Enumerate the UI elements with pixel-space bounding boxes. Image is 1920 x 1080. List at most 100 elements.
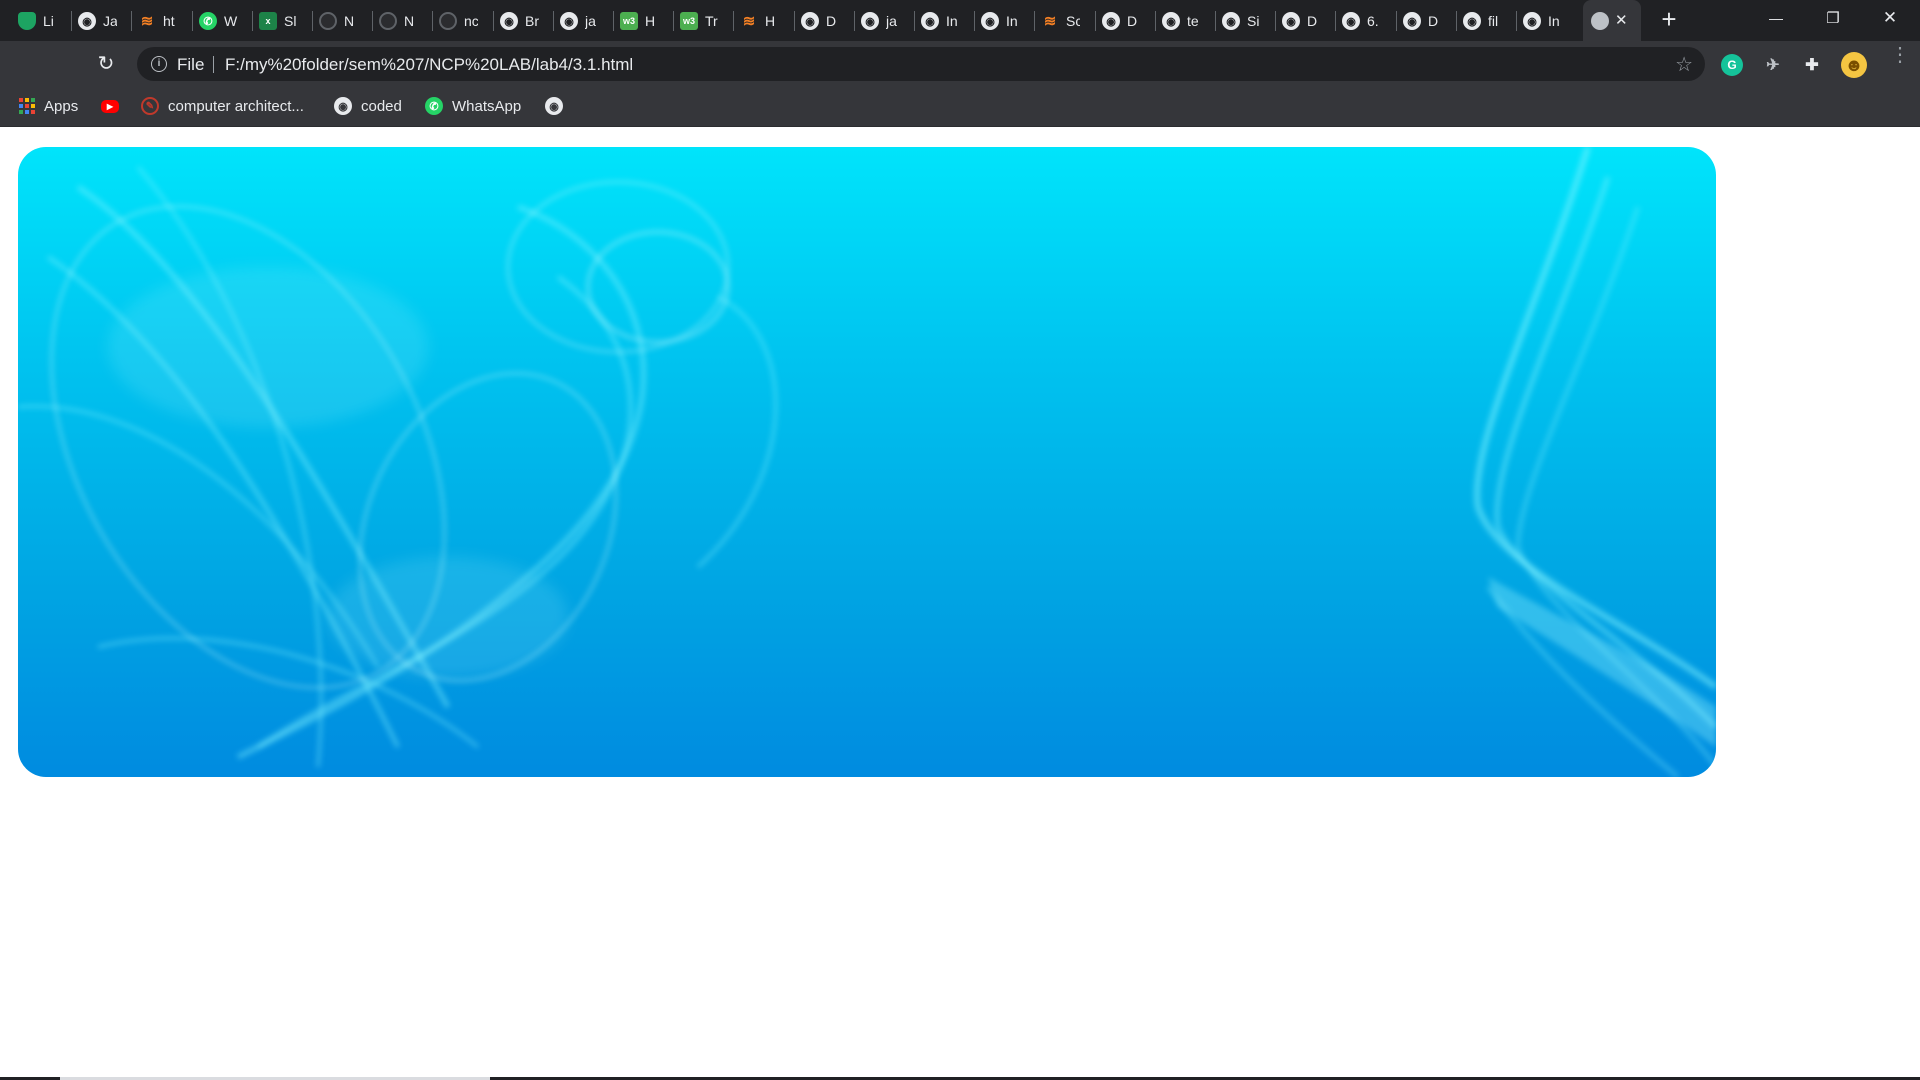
toolbar: ↻ i File F:/my%20folder/sem%207/NCP%20LA… [0,41,1920,86]
tab-separator [432,11,433,31]
tab-title: D [1127,13,1138,29]
bookmark-computer-architecture[interactable]: ✎ computer architect... [141,95,304,117]
tab-title: Sc [1066,13,1080,29]
tab-title: In [1006,13,1018,29]
tab[interactable]: ◉ In [1523,6,1562,36]
tab[interactable]: ◉ Br [500,6,539,36]
tab[interactable]: ◉ Ja [78,6,117,36]
globe-icon: ◉ [1162,12,1180,30]
tab-title: Tr [705,13,718,29]
tab-title: Br [525,13,539,29]
restore-button[interactable]: ❐ [1805,0,1861,36]
tab-separator [974,11,975,31]
url-text[interactable]: F:/my%20folder/sem%207/NCP%20LAB/lab4/3.… [225,55,633,75]
github-icon [319,12,337,30]
active-tab[interactable]: ✕ [1583,0,1641,41]
tab-title: 6. [1367,13,1379,29]
tab[interactable]: Li [18,6,57,36]
tab-separator [372,11,373,31]
bookmark-red-icon: ✎ [141,97,159,115]
tab-separator [493,11,494,31]
tab[interactable]: ◉ In [921,6,960,36]
excel-icon: x [259,12,277,30]
tab[interactable]: ◉ D [1403,6,1442,36]
address-bar[interactable]: i File F:/my%20folder/sem%207/NCP%20LAB/… [137,47,1705,81]
globe-icon: ◉ [78,12,96,30]
info-icon[interactable]: i [151,56,167,72]
globe-icon: ◉ [560,12,578,30]
tab-title: Si [1247,13,1260,29]
minimize-button[interactable]: — [1748,0,1804,36]
tab[interactable]: ◉ fil [1463,6,1502,36]
tab[interactable]: ◉ ja [861,6,900,36]
restore-icon: ❐ [1826,10,1840,27]
tab-title: D [1307,13,1318,29]
tab[interactable]: ≋ Sc [1041,6,1080,36]
tab[interactable]: w3 Tr [680,6,719,36]
extension-puzzle-icon[interactable]: ✈ [1762,54,1784,76]
close-tab-icon[interactable]: ✕ [1615,13,1628,28]
tab-title: ht [163,13,175,29]
tab[interactable]: ◉ ja [560,6,599,36]
close-window-button[interactable]: ✕ [1862,0,1918,36]
tab[interactable]: ◉ te [1162,6,1201,36]
tab-separator [673,11,674,31]
tab[interactable]: ≋ H [740,6,779,36]
tab[interactable]: ◉ In [981,6,1020,36]
scheme-label: File [177,55,205,74]
minimize-icon: — [1769,10,1783,26]
tab[interactable]: ◉ D [1282,6,1321,36]
tab[interactable]: ◉ D [1102,6,1141,36]
tab-separator [1396,11,1397,31]
tab[interactable]: x Sl [259,6,298,36]
tab-separator [1215,11,1216,31]
bookmark-label: computer architect... [168,97,304,115]
tab[interactable]: ✆ W [199,6,238,36]
tab[interactable]: N [379,6,418,36]
whatsapp-icon: ✆ [425,97,443,115]
tab[interactable]: ◉ 6. [1342,6,1381,36]
new-tab-button[interactable]: + [1655,6,1683,34]
globe-icon: ◉ [500,12,518,30]
tab-title: In [1548,13,1560,29]
tab[interactable]: ◉ D [801,6,840,36]
globe-icon: ◉ [861,12,879,30]
stackoverflow-icon: ≋ [742,13,756,30]
bookmark-star-icon[interactable]: ☆ [1675,52,1693,77]
profile-avatar-icon[interactable]: ☻ [1841,52,1867,78]
bookmark-whatsapp[interactable]: ✆ WhatsApp [425,95,521,117]
tab-separator [1155,11,1156,31]
tab-separator [1516,11,1517,31]
tab-separator [131,11,132,31]
globe-icon: ◉ [801,12,819,30]
tab-strip: Li ◉ Ja ≋ ht ✆ Wx Sl N Nnc ◉ Br ◉ ja w3 Hw3 Tr ≋ H ◉ D ◉ ja ◉ In… [0,0,1920,41]
bookmark-youtube[interactable]: ▶ [101,95,128,117]
tab-title: Li [43,13,54,29]
tab[interactable]: ◉ Si [1222,6,1261,36]
tab[interactable]: ≋ ht [138,6,177,36]
close-icon: ✕ [1882,8,1898,27]
tab[interactable]: w3 H [620,6,659,36]
bookmark-coded[interactable]: ◉ coded [334,95,402,117]
tab-separator [192,11,193,31]
puzzle-icon[interactable]: ✚ [1801,54,1823,76]
divider [213,56,214,73]
bookmark-globe[interactable]: ◉ [545,95,572,117]
bookmark-apps[interactable]: Apps [19,95,78,117]
tab-separator [854,11,855,31]
reload-button[interactable]: ↻ [95,53,117,75]
tab[interactable]: N [319,6,358,36]
tab-title: te [1187,13,1199,29]
w3schools-icon: w3 [620,12,638,30]
tab-separator [794,11,795,31]
tab-title: nc [464,13,478,29]
menu-icon[interactable]: ⋮ [1890,45,1910,65]
globe-icon: ◉ [1102,12,1120,30]
globe-icon: ◉ [921,12,939,30]
tab-separator [733,11,734,31]
tab-separator [1275,11,1276,31]
grammarly-icon[interactable]: G [1721,54,1743,76]
bookmark-label: coded [361,97,402,115]
tab[interactable]: nc [439,6,478,36]
tab-separator [1456,11,1457,31]
